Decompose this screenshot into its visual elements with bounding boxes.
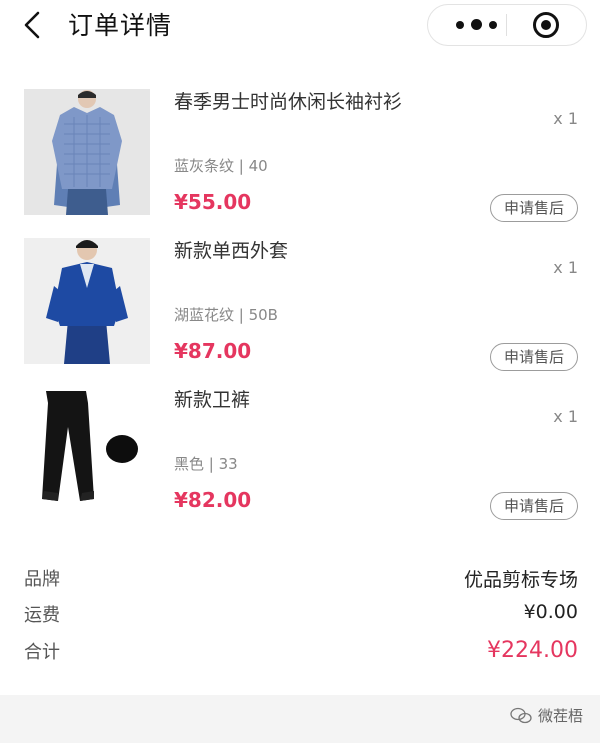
product-quantity: x 1 — [553, 258, 578, 277]
after-sale-button[interactable]: 申请售后 — [489, 194, 578, 222]
order-item: 新款卫裤 x 1 黑色 | 33 ¥82.00 申请售后 — [0, 387, 600, 520]
product-quantity: x 1 — [553, 407, 578, 426]
after-sale-button[interactable]: 申请售后 — [489, 343, 578, 371]
product-spec: 蓝灰条纹 | 40 — [174, 157, 268, 175]
product-name: 春季男士时尚休闲长袖衬衫 — [174, 91, 403, 113]
shipping-row: 运费 ¥0.00 — [0, 601, 600, 633]
shipping-label: 运费 — [24, 605, 60, 626]
product-price: ¥87.00 — [174, 339, 252, 363]
watermark: 微茬梧 — [510, 705, 583, 726]
product-price: ¥82.00 — [174, 488, 252, 512]
total-value: ¥224.00 — [487, 638, 578, 663]
product-image[interactable] — [24, 238, 150, 364]
wechat-icon — [510, 707, 532, 723]
product-quantity: x 1 — [553, 109, 578, 128]
product-image[interactable] — [24, 89, 150, 215]
mini-program-capsule — [427, 4, 587, 46]
brand-value: 优品剪标专场 — [463, 569, 578, 591]
brand-row: 品牌 优品剪标专场 — [0, 565, 600, 597]
product-spec: 湖蓝花纹 | 50B — [174, 306, 278, 324]
watermark-text: 微茬梧 — [538, 707, 584, 725]
brand-label: 品牌 — [24, 569, 60, 590]
total-row: 合计 ¥224.00 — [0, 638, 600, 670]
product-name: 新款单西外套 — [174, 240, 289, 262]
product-spec: 黑色 | 33 — [174, 455, 238, 473]
capsule-divider — [506, 14, 507, 36]
product-price: ¥55.00 — [174, 190, 252, 214]
page-title: 订单详情 — [68, 11, 173, 40]
target-icon[interactable] — [532, 11, 560, 39]
order-item: 春季男士时尚休闲长袖衬衫 x 1 蓝灰条纹 | 40 ¥55.00 申请售后 — [0, 89, 600, 222]
product-name: 新款卫裤 — [174, 389, 251, 411]
order-item: 新款单西外套 x 1 湖蓝花纹 | 50B ¥87.00 申请售后 — [0, 238, 600, 371]
shipping-value: ¥0.00 — [523, 601, 578, 623]
product-image[interactable] — [24, 387, 150, 513]
more-dots-icon[interactable] — [448, 5, 504, 44]
after-sale-button[interactable]: 申请售后 — [489, 492, 578, 520]
navigation-bar: 订单详情 — [0, 0, 600, 52]
chevron-left-icon[interactable] — [20, 10, 44, 40]
total-label: 合计 — [24, 642, 60, 663]
